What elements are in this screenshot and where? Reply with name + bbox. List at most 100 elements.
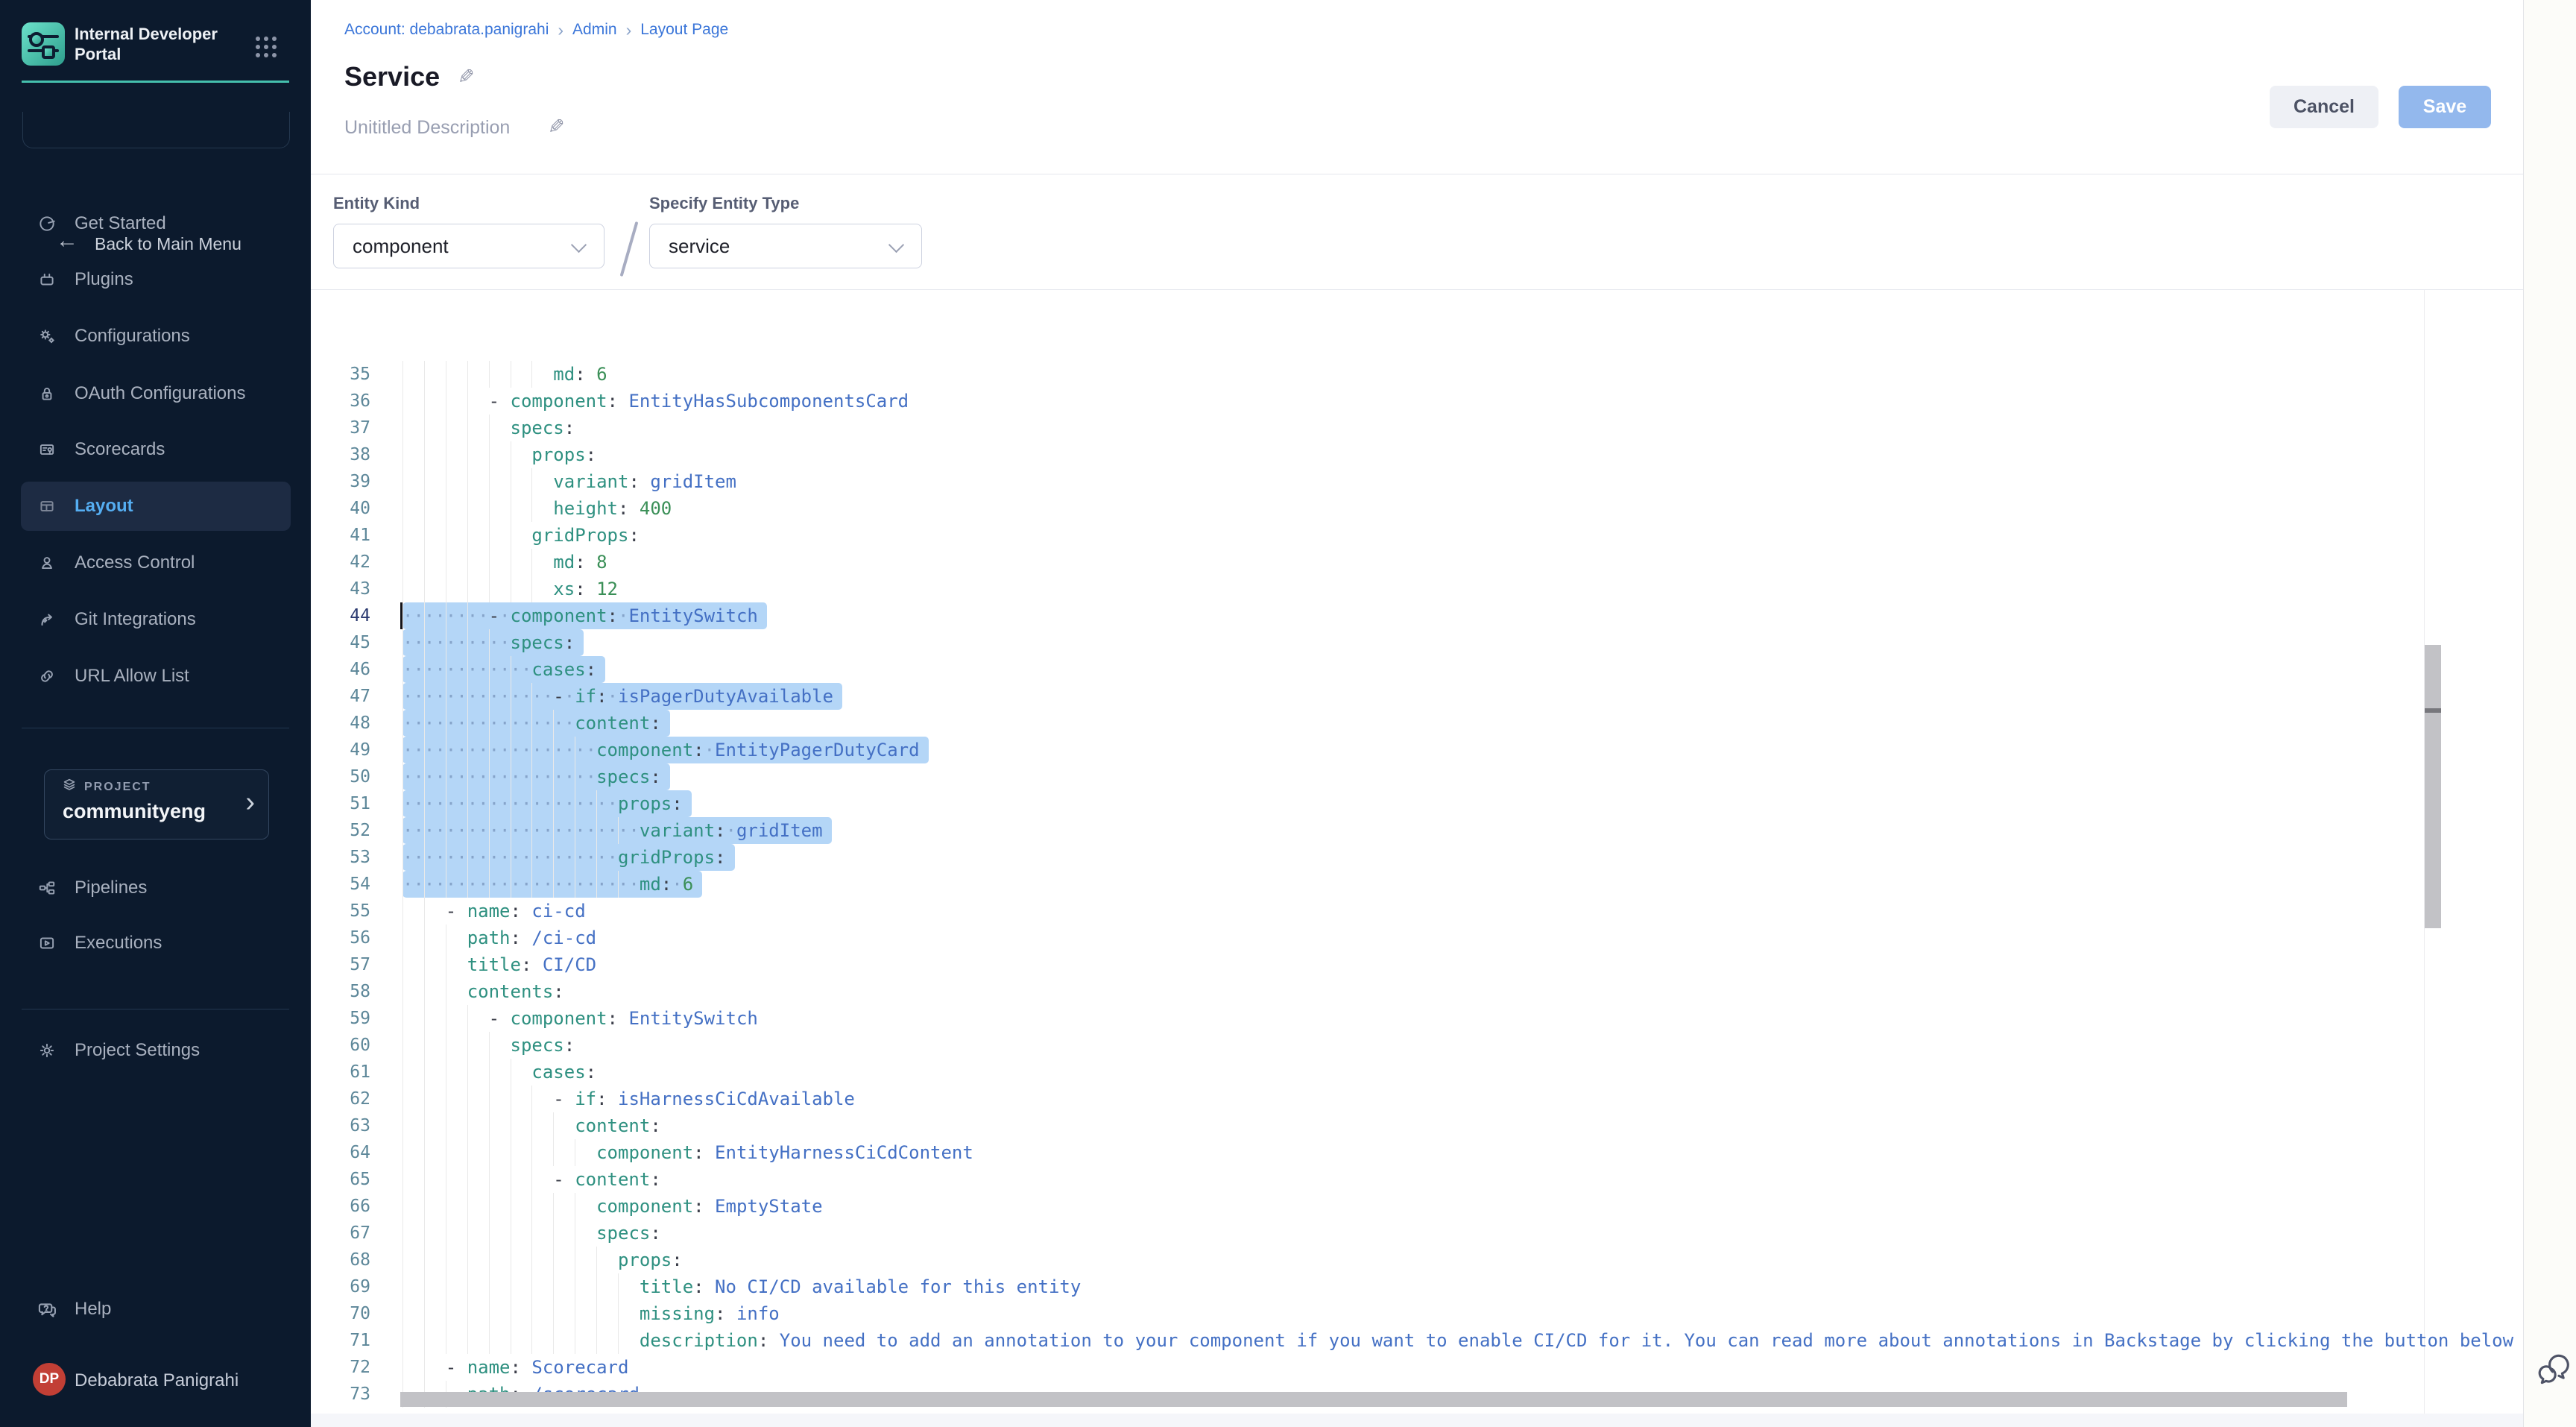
code-text: component: EntityHarnessCiCdContent [402,1139,973,1166]
sidebar-item-url-allow-list[interactable]: URL Allow List [21,652,291,701]
grid-dot [256,45,260,49]
horizontal-scrollbar[interactable] [400,1392,2347,1407]
sidebar-item-access-control[interactable]: Access Control [21,538,291,588]
sidebar-item-executions[interactable]: Executions [21,919,291,968]
line-number: 70 [311,1300,370,1327]
code-line-43[interactable]: 43 xs: 12 [311,576,2523,602]
line-number: 46 [311,656,370,683]
code-line-55[interactable]: 55 - name: ci-cd [311,898,2523,924]
line-number: 67 [311,1220,370,1247]
help-label: Help [75,1299,111,1320]
code-line-44[interactable]: 44········-·component:·EntitySwitch [311,602,2523,629]
save-button[interactable]: Save [2399,86,2491,128]
code-line-70[interactable]: 70 missing: info [311,1300,2523,1327]
url-allow-list-icon [37,667,57,686]
code-line-37[interactable]: 37 specs: [311,415,2523,441]
code-line-46[interactable]: 46············cases: [311,656,2523,683]
code-line-69[interactable]: 69 title: No CI/CD available for this en… [311,1273,2523,1300]
code-line-51[interactable]: 51····················props: [311,790,2523,817]
code-line-50[interactable]: 50··················specs: [311,763,2523,790]
idp-layout-page: Internal Developer Portal ← Back to Main… [0,0,2576,1427]
sidebar-item-layout[interactable]: Layout [21,482,291,531]
code-line-59[interactable]: 59 - component: EntitySwitch [311,1005,2523,1032]
oauth-lock-icon [37,384,57,403]
code-line-54[interactable]: 54······················md:·6 [311,871,2523,898]
code-line-72[interactable]: 72 - name: Scorecard [311,1354,2523,1381]
code-line-58[interactable]: 58 contents: [311,978,2523,1005]
code-text: ··················specs: [402,763,661,790]
entity-kind-select[interactable]: component [333,224,604,268]
sidebar-item-label: Git Integrations [75,609,196,630]
code-line-42[interactable]: 42 md: 8 [311,549,2523,576]
sidebar-item-git-integrations[interactable]: Git Integrations [21,595,291,644]
code-line-45[interactable]: 45··········specs: [311,629,2523,656]
code-line-38[interactable]: 38 props: [311,441,2523,468]
grid-dot [272,37,277,41]
code-line-62[interactable]: 62 - if: isHarnessCiCdAvailable [311,1086,2523,1112]
line-number: 36 [311,388,370,415]
cancel-button[interactable]: Cancel [2270,86,2378,128]
entity-kind-value: component [353,235,449,258]
edit-description-pencil-icon[interactable]: ✎ [548,116,565,139]
code-text: md: 6 [402,361,607,388]
code-line-39[interactable]: 39 variant: gridItem [311,468,2523,495]
grid-dots-icon[interactable] [256,37,281,62]
code-line-40[interactable]: 40 height: 400 [311,495,2523,522]
sidebar-item-oauth-configurations[interactable]: OAuth Configurations [21,369,291,418]
code-text: missing: info [402,1300,780,1327]
editor-bottom-strip [311,1414,2523,1427]
help-chat-icon [37,1300,57,1319]
code-line-36[interactable]: 36 - component: EntityHasSubcomponentsCa… [311,388,2523,415]
code-line-71[interactable]: 71 description: You need to add an annot… [311,1327,2523,1354]
code-line-68[interactable]: 68 props: [311,1247,2523,1273]
grid-dot [264,37,268,41]
page-description: Unititled Description [344,117,510,139]
entity-type-select[interactable]: service [649,224,922,268]
sidebar-item-scorecards[interactable]: Scorecards [21,425,291,474]
code-line-67[interactable]: 67 specs: [311,1220,2523,1247]
code-line-49[interactable]: 49··················component:·EntityPag… [311,737,2523,763]
breadcrumb-item[interactable]: Layout Page [640,21,728,38]
edit-title-pencil-icon[interactable]: ✎ [458,66,475,89]
code-line-66[interactable]: 66 component: EmptyState [311,1193,2523,1220]
teal-divider [22,81,289,83]
code-line-64[interactable]: 64 component: EntityHarnessCiCdContent [311,1139,2523,1166]
yaml-editor[interactable]: 35 md: 636 - component: EntityHasSubcomp… [311,290,2523,1414]
sidebar-item-get-started[interactable]: Get Started [21,199,291,248]
line-number: 73 [311,1381,370,1408]
code-line-52[interactable]: 52······················variant:·gridIte… [311,817,2523,844]
code-line-63[interactable]: 63 content: [311,1112,2523,1139]
logo-square [42,45,55,59]
line-number: 65 [311,1166,370,1193]
code-line-47[interactable]: 47··············-·if:·isPagerDutyAvailab… [311,683,2523,710]
breadcrumb-item[interactable]: Admin [572,21,617,38]
sidebar-item-plugins[interactable]: Plugins [21,255,291,304]
code-line-61[interactable]: 61 cases: [311,1059,2523,1086]
sidebar-item-configurations[interactable]: Configurations [21,312,291,361]
sidebar-item-label: Access Control [75,552,195,573]
line-number: 49 [311,737,370,763]
code-line-53[interactable]: 53····················gridProps: [311,844,2523,871]
back-to-main-menu[interactable]: ← Back to Main Menu [22,112,290,148]
sidebar-item-project-settings[interactable]: Project Settings [21,1026,291,1075]
executions-icon [37,933,57,953]
code-line-60[interactable]: 60 specs: [311,1032,2523,1059]
vertical-scrollbar[interactable] [2425,645,2441,928]
code-text: cases: [402,1059,596,1086]
harness-idp-logo-icon[interactable] [22,22,65,66]
code-line-35[interactable]: 35 md: 6 [311,361,2523,388]
chat-bubbles-icon[interactable] [2533,1348,2572,1387]
code-line-65[interactable]: 65 - content: [311,1166,2523,1193]
project-selector[interactable]: PROJECT communityeng › [44,769,269,839]
breadcrumb-item[interactable]: Account: debabrata.panigrahi [344,21,549,38]
code-line-41[interactable]: 41 gridProps: [311,522,2523,549]
code-line-48[interactable]: 48················content: [311,710,2523,737]
line-number: 44 [311,602,370,629]
grid-dot [272,45,277,49]
sidebar-item-help[interactable]: Help [21,1285,291,1334]
code-line-56[interactable]: 56 path: /ci-cd [311,924,2523,951]
user-menu[interactable]: DP Debabrata Panigrahi [0,1363,311,1405]
grid-dot [256,37,260,41]
code-line-57[interactable]: 57 title: CI/CD [311,951,2523,978]
sidebar-item-pipelines[interactable]: Pipelines [21,863,291,913]
